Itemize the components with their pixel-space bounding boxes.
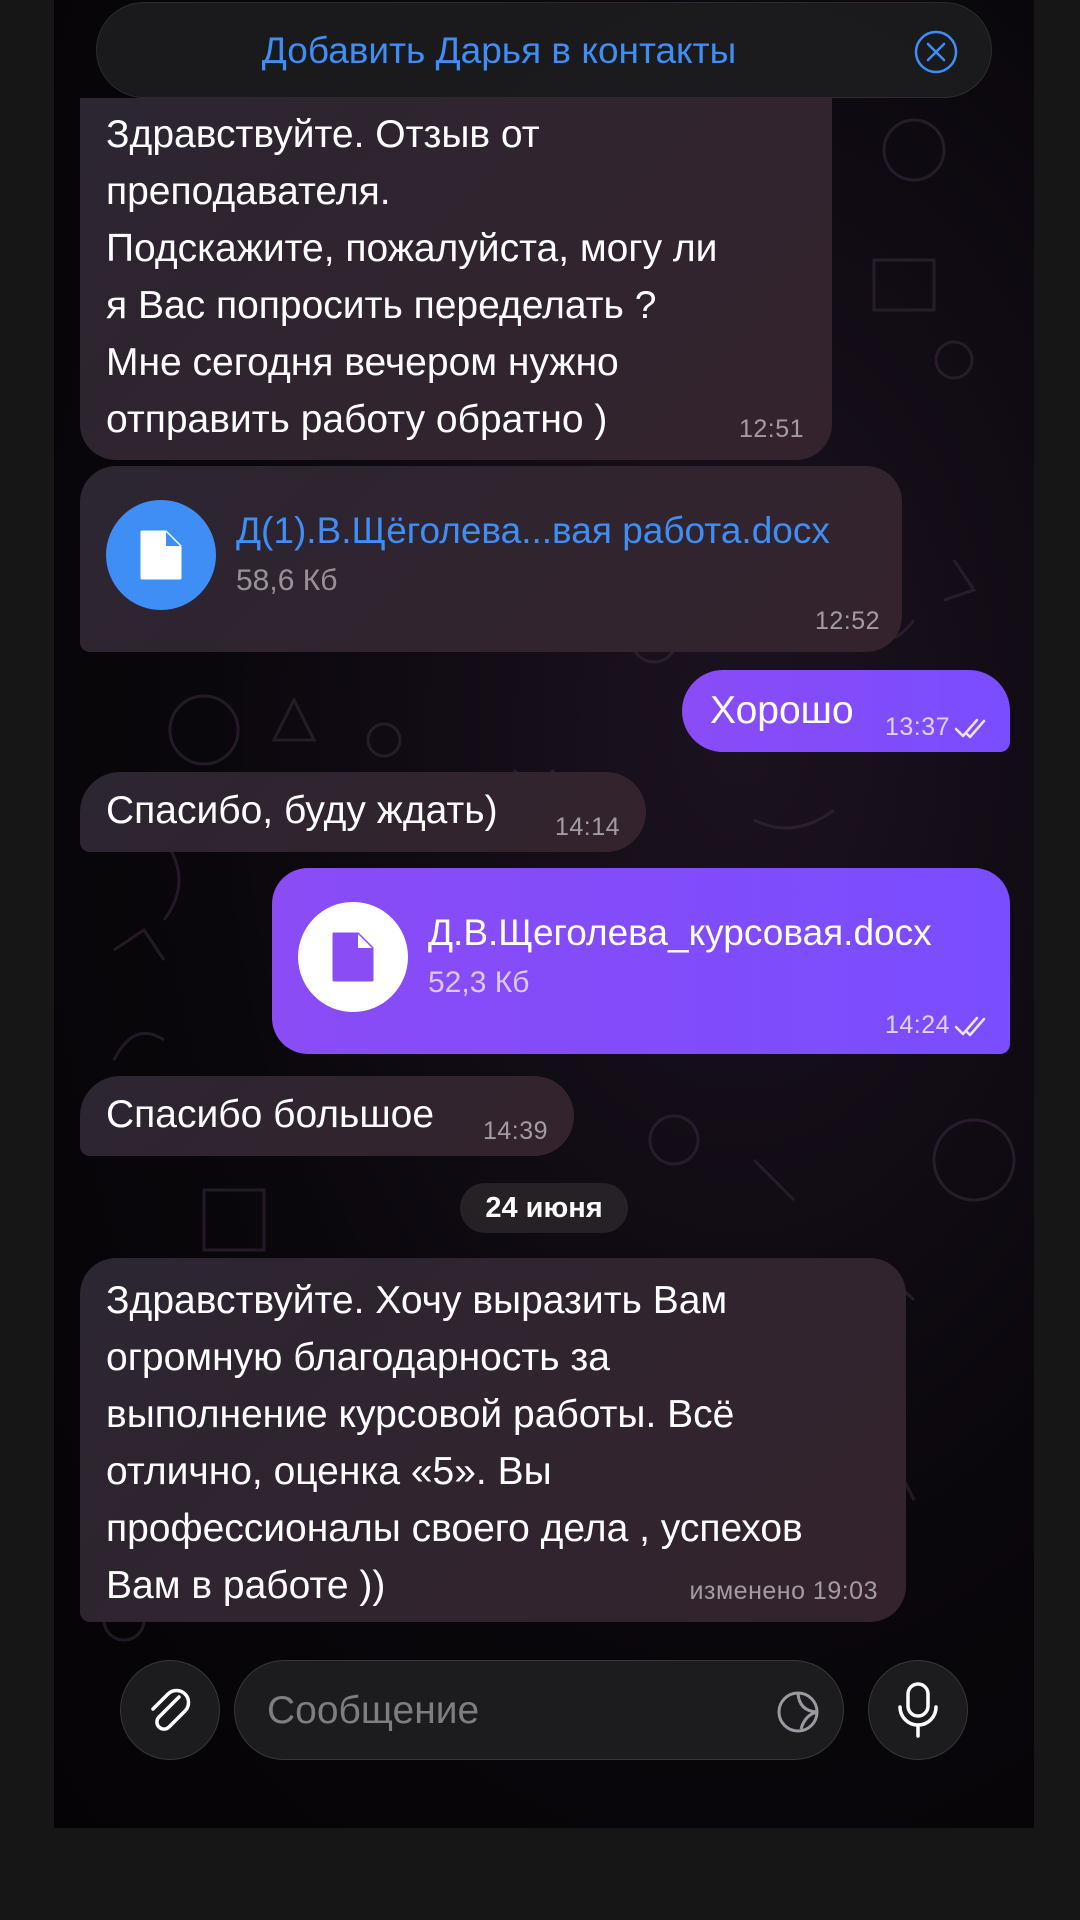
message-text: Спасибо большое — [106, 1093, 435, 1136]
message-time: 14:39 — [482, 1117, 548, 1145]
incoming-message[interactable]: Здравствуйте. Хочу выразить Вам огромную… — [80, 1258, 906, 1622]
message-text-line: преподавателя. — [106, 170, 391, 213]
double-check-icon — [954, 718, 986, 738]
file-name[interactable]: Д.В.Щеголева_курсовая.docx — [428, 912, 932, 954]
double-check-icon — [954, 1016, 986, 1036]
message-text-line: Здравствуйте. Отзыв от — [106, 113, 540, 156]
file-name[interactable]: Д(1).В.Щёголева...вая работа.docx — [236, 510, 830, 552]
document-icon — [140, 530, 182, 580]
file-download-button[interactable] — [106, 500, 216, 610]
microphone-icon — [898, 1682, 938, 1738]
message-time: 14:24 — [885, 1011, 990, 1040]
message-text-line: выполнение курсовой работы. Всё — [106, 1393, 735, 1436]
incoming-message[interactable]: Спасибо, буду ждать) 14:14 — [80, 772, 646, 852]
file-open-button[interactable] — [298, 902, 408, 1012]
paperclip-icon — [151, 1688, 191, 1731]
message-time-text: 13:37 — [884, 713, 950, 741]
message-input-placeholder: Сообщение — [267, 1689, 480, 1732]
sticker-icon[interactable] — [775, 1689, 821, 1735]
message-text-line: огромную благодарность за — [106, 1336, 610, 1379]
date-separator: 24 июня — [460, 1183, 628, 1233]
message-time: 12:52 — [814, 607, 880, 635]
message-text-line: отлично, оценка «5». Вы — [106, 1450, 552, 1493]
outgoing-message[interactable]: Хорошо 13:37 — [682, 670, 1010, 752]
incoming-file-message[interactable]: Д(1).В.Щёголева...вая работа.docx 58,6 К… — [80, 466, 902, 652]
message-text-line: я Вас попросить переделать ? — [106, 284, 657, 327]
document-icon — [332, 932, 374, 982]
message-time: 12:51 — [738, 415, 804, 443]
incoming-message[interactable]: Спасибо большое 14:39 — [80, 1076, 574, 1156]
file-size: 52,3 Кб — [428, 966, 530, 999]
message-text-line: отправить работу обратно ) — [106, 398, 608, 441]
message-text-line: Подскажите, пожалуйста, могу ли — [106, 227, 718, 270]
voice-message-button[interactable] — [868, 1660, 968, 1760]
message-text: Хорошо — [710, 689, 854, 732]
message-time: 14:14 — [554, 813, 620, 841]
message-time-text: 14:24 — [884, 1011, 950, 1039]
file-size: 58,6 Кб — [236, 564, 338, 597]
chat-screen: Добавить Дарья в контакты Здравствуйте. … — [54, 0, 1034, 1828]
add-contact-banner: Добавить Дарья в контакты — [96, 2, 992, 98]
close-circle-icon[interactable] — [913, 29, 959, 75]
message-text: Спасибо, буду ждать) — [106, 789, 498, 832]
incoming-message[interactable]: Здравствуйте. Отзыв от преподавателя. По… — [80, 98, 832, 460]
message-text-line: профессионалы своего дела , успехов — [106, 1507, 803, 1550]
message-input[interactable]: Сообщение — [234, 1660, 844, 1760]
add-contact-link[interactable]: Добавить Дарья в контакты — [97, 3, 901, 99]
message-time: изменено 19:03 — [689, 1577, 878, 1605]
attach-button[interactable] — [120, 1660, 220, 1760]
message-text-line: Здравствуйте. Хочу выразить Вам — [106, 1279, 728, 1322]
message-text-line: Мне сегодня вечером нужно — [106, 341, 619, 384]
message-time: 13:37 — [885, 713, 990, 742]
outgoing-file-message[interactable]: Д.В.Щеголева_курсовая.docx 52,3 Кб 14:24 — [272, 868, 1010, 1054]
